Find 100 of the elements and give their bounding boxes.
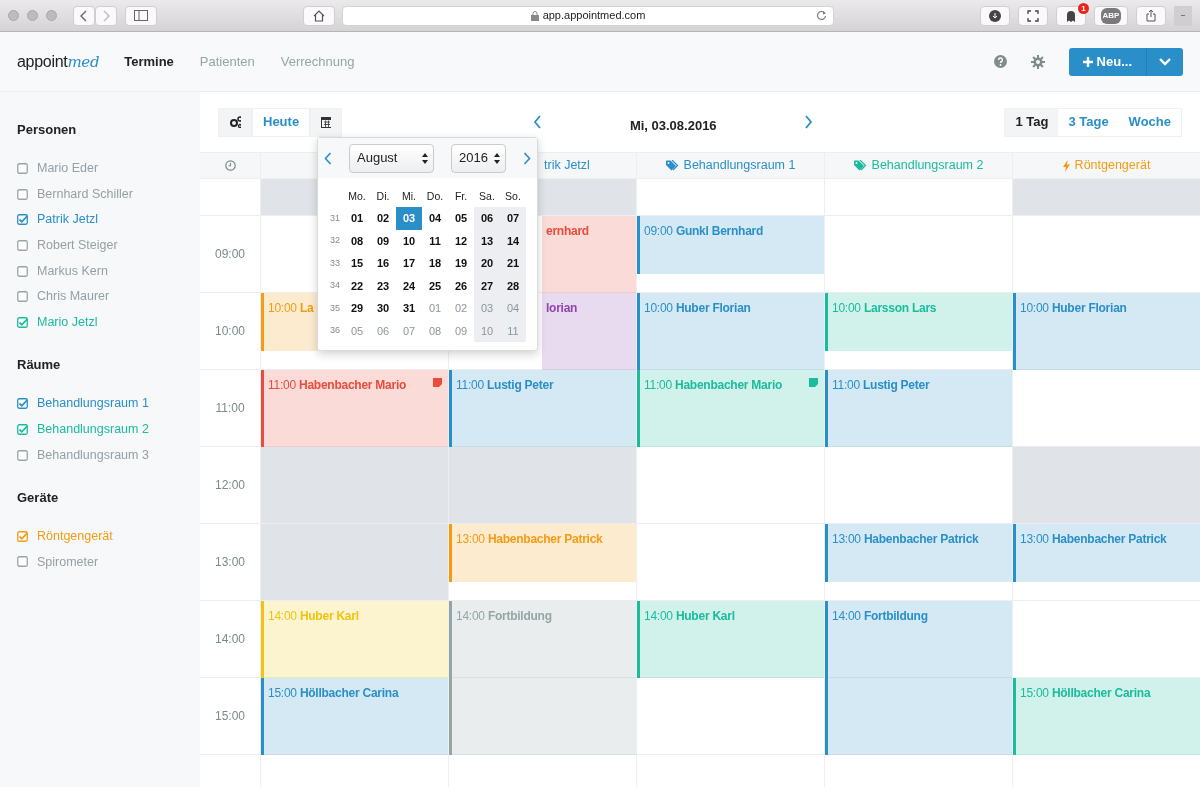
day-cell[interactable]: 28: [500, 274, 526, 297]
appointment[interactable]: 13:00 Habenbacher Patrick: [449, 524, 636, 582]
day-cell[interactable]: 18: [422, 252, 448, 275]
appointment[interactable]: 10:00 Huber Florian: [1013, 293, 1200, 370]
next-day-icon[interactable]: [804, 115, 814, 129]
window-control[interactable]: [27, 10, 38, 21]
day-cell[interactable]: 06: [474, 207, 500, 230]
day-cell[interactable]: 11: [422, 229, 448, 252]
filter-label[interactable]: Mario Eder: [37, 158, 99, 178]
appointment[interactable]: 14:00 Huber Karl: [637, 601, 824, 678]
settings-button[interactable]: [218, 107, 252, 137]
appointment[interactable]: 13:00 Habenbacher Patrick: [825, 524, 1012, 582]
day-cell[interactable]: 03: [396, 207, 422, 230]
day-cell[interactable]: 21: [500, 252, 526, 275]
filter-label[interactable]: Röntgengerät: [37, 526, 113, 546]
day-cell[interactable]: 01: [344, 207, 370, 230]
day-cell[interactable]: 05: [448, 207, 474, 230]
day-cell[interactable]: 04: [422, 207, 448, 230]
month-select[interactable]: August: [349, 143, 434, 173]
appointment[interactable]: 14:00 Fortbildung: [449, 601, 636, 755]
checkbox[interactable]: [17, 214, 28, 226]
appointment[interactable]: 13:00 Habenbacher Patrick: [1013, 524, 1200, 582]
day-cell[interactable]: 02: [370, 207, 396, 230]
filter-label[interactable]: Chris Maurer: [37, 287, 110, 307]
next-month-icon[interactable]: [523, 151, 531, 165]
nav-tab[interactable]: Termine: [124, 51, 174, 72]
filter-label[interactable]: Bernhard Schiller: [37, 184, 133, 204]
appointment[interactable]: 11:00 Lustig Peter: [449, 370, 636, 447]
appointment[interactable]: 11:00 Habenbacher Mario: [637, 370, 824, 447]
view-tab[interactable]: 1 Tag: [1005, 108, 1059, 136]
day-cell[interactable]: 09: [370, 229, 396, 252]
checkbox[interactable]: [17, 188, 28, 200]
day-cell[interactable]: 20: [474, 252, 500, 275]
checkbox[interactable]: [17, 530, 28, 542]
day-cell[interactable]: 03: [474, 297, 500, 320]
checkbox[interactable]: [17, 449, 28, 461]
adblock-button[interactable]: ABP: [1094, 5, 1128, 26]
appointment[interactable]: 14:00 Fortbildung: [825, 601, 1012, 755]
calendar-button[interactable]: [310, 107, 343, 137]
filter-label[interactable]: Behandlungsraum 3: [37, 445, 149, 465]
forward-button[interactable]: [95, 5, 117, 26]
day-cell[interactable]: 30: [370, 297, 396, 320]
checkbox[interactable]: [17, 265, 28, 277]
appointment[interactable]: 15:00 Höllbacher Carina: [1013, 678, 1200, 755]
dropdown-button[interactable]: [1147, 47, 1183, 76]
day-cell[interactable]: 11: [500, 319, 526, 342]
day-cell[interactable]: 14: [500, 229, 526, 252]
new-button[interactable]: Neu...: [1068, 47, 1147, 76]
day-cell[interactable]: 17: [396, 252, 422, 275]
filter-label[interactable]: Robert Steiger: [37, 236, 118, 255]
day-cell[interactable]: 10: [474, 319, 500, 342]
checkbox[interactable]: [17, 423, 28, 435]
filter-label[interactable]: Behandlungsraum 2: [37, 419, 149, 439]
reload-icon[interactable]: [816, 10, 827, 21]
day-cell[interactable]: 08: [422, 319, 448, 342]
appointment[interactable]: lorian: [542, 293, 636, 370]
day-cell[interactable]: 23: [370, 274, 396, 297]
day-cell[interactable]: 31: [396, 297, 422, 320]
checkbox[interactable]: [17, 162, 28, 174]
day-cell[interactable]: 25: [422, 274, 448, 297]
day-cell[interactable]: 07: [500, 207, 526, 230]
checkbox[interactable]: [17, 398, 28, 410]
day-cell[interactable]: 26: [448, 274, 474, 297]
extension-button[interactable]: 1: [1056, 5, 1086, 26]
checkbox[interactable]: [17, 291, 28, 303]
day-cell[interactable]: 16: [370, 252, 396, 275]
day-cell[interactable]: 06: [370, 319, 396, 342]
day-cell[interactable]: 07: [396, 319, 422, 342]
address-bar[interactable]: app.appointmed.com: [342, 5, 834, 26]
checkbox[interactable]: [17, 556, 28, 568]
appointment[interactable]: 09:00 Gunkl Bernhard: [637, 216, 824, 274]
day-cell[interactable]: 24: [396, 274, 422, 297]
day-cell[interactable]: 08: [344, 229, 370, 252]
today-button[interactable]: Heute: [252, 107, 311, 137]
day-cell[interactable]: 29: [344, 297, 370, 320]
day-cell[interactable]: 15: [344, 252, 370, 275]
filter-label[interactable]: Behandlungsraum 1: [37, 394, 149, 414]
settings-icon[interactable]: [1030, 54, 1045, 69]
day-cell[interactable]: 10: [396, 229, 422, 252]
nav-tab[interactable]: Verrechnung: [280, 51, 355, 72]
new-tab-button[interactable]: [1174, 5, 1192, 26]
sidebar-button[interactable]: [125, 5, 157, 26]
fullscreen-button[interactable]: [1018, 5, 1048, 26]
filter-label[interactable]: Markus Kern: [37, 261, 108, 281]
day-cell[interactable]: 09: [448, 319, 474, 342]
window-control[interactable]: [8, 10, 19, 21]
download-button[interactable]: [980, 5, 1010, 26]
day-cell[interactable]: 01: [422, 297, 448, 320]
home-button[interactable]: [303, 5, 335, 26]
day-cell[interactable]: 05: [344, 319, 370, 342]
appointment[interactable]: ernhard: [542, 216, 636, 293]
day-cell[interactable]: 13: [474, 229, 500, 252]
appointment[interactable]: 11:00 Habenbacher Mario: [261, 370, 448, 447]
help-icon[interactable]: [993, 55, 1007, 68]
appointment[interactable]: 15:00 Höllbacher Carina: [261, 678, 448, 755]
day-cell[interactable]: 04: [500, 297, 526, 320]
filter-label[interactable]: Patrik Jetzl: [37, 210, 99, 230]
nav-tab[interactable]: Patienten: [199, 51, 255, 72]
appointment[interactable]: 10:00 Larsson Lars: [825, 293, 1012, 351]
filter-label[interactable]: Mario Jetzl: [37, 313, 98, 332]
